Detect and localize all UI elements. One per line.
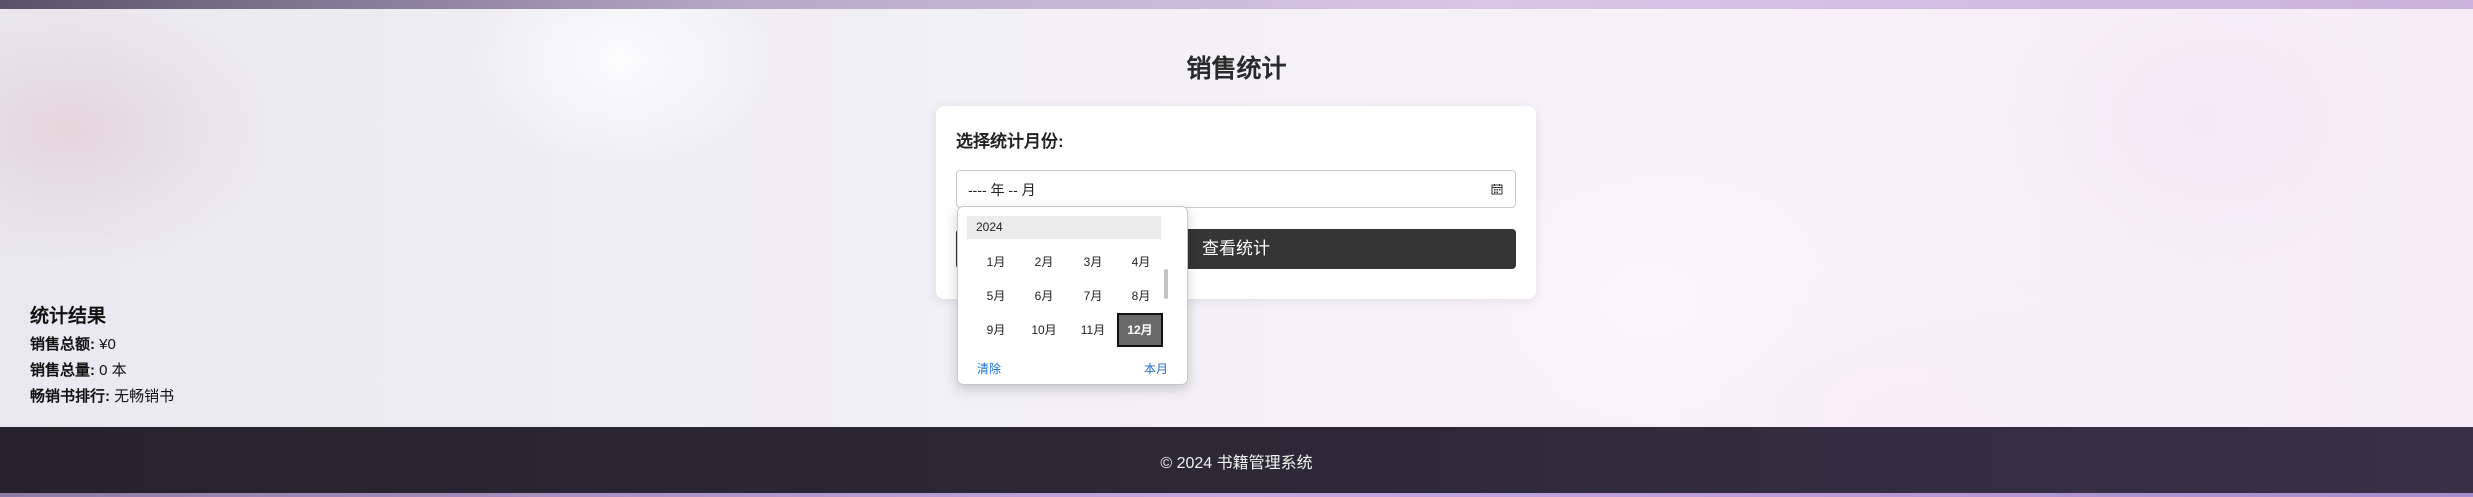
month-select-label: 选择统计月份: bbox=[956, 132, 1064, 151]
results-section: 统计结果 销售总额: ¥0 销售总量: 0 本 畅销书排行: 无畅销书 bbox=[30, 301, 174, 410]
footer: © 2024 书籍管理系统 bbox=[0, 427, 2473, 493]
month-cell-11[interactable]: 11月 bbox=[1075, 317, 1111, 343]
bestseller-row: 畅销书排行: 无畅销书 bbox=[30, 384, 174, 410]
picker-clear-button[interactable]: 清除 bbox=[977, 360, 1001, 377]
picker-year-label: 2024 bbox=[976, 220, 1003, 234]
total-qty-row: 销售总量: 0 本 bbox=[30, 358, 174, 384]
month-cell-4[interactable]: 4月 bbox=[1123, 249, 1159, 275]
month-input-value: ---- 年 -- 月 bbox=[968, 182, 1036, 198]
month-cell-9[interactable]: 9月 bbox=[978, 317, 1014, 343]
month-picker-popup: 2024 1月 2月 3月 4月 5月 6月 7月 8月 9月 10月 11月 … bbox=[957, 206, 1188, 385]
bestseller-value: 无畅销书 bbox=[114, 388, 175, 405]
month-cell-2[interactable]: 2月 bbox=[1026, 249, 1062, 275]
top-background-strip bbox=[0, 0, 2473, 9]
calendar-icon[interactable] bbox=[1491, 183, 1503, 195]
month-cell-8[interactable]: 8月 bbox=[1123, 283, 1159, 309]
total-qty-value: 0 本 bbox=[99, 362, 127, 379]
bottom-background-strip bbox=[0, 493, 2473, 497]
picker-scrollbar[interactable] bbox=[1164, 269, 1168, 299]
month-cell-3[interactable]: 3月 bbox=[1075, 249, 1111, 275]
picker-this-month-button[interactable]: 本月 bbox=[1144, 360, 1168, 377]
month-cell-6[interactable]: 6月 bbox=[1026, 283, 1062, 309]
results-title: 统计结果 bbox=[30, 306, 107, 327]
total-qty-label: 销售总量: bbox=[30, 362, 95, 379]
bestseller-label: 畅销书排行: bbox=[30, 388, 110, 405]
month-cell-12-selected[interactable]: 12月 bbox=[1117, 313, 1163, 347]
month-input[interactable]: ---- 年 -- 月 bbox=[956, 170, 1516, 208]
main-content: 销售统计 选择统计月份: ---- 年 -- 月 查看统计 统计结果 销售总额:… bbox=[0, 9, 2473, 427]
total-amount-label: 销售总额: bbox=[30, 336, 95, 353]
total-amount-row: 销售总额: ¥0 bbox=[30, 332, 174, 358]
page-title: 销售统计 bbox=[1186, 55, 1287, 83]
month-cell-1[interactable]: 1月 bbox=[978, 249, 1014, 275]
month-cell-5[interactable]: 5月 bbox=[978, 283, 1014, 309]
total-amount-value: ¥0 bbox=[99, 336, 116, 353]
month-cell-7[interactable]: 7月 bbox=[1075, 283, 1111, 309]
footer-text: © 2024 书籍管理系统 bbox=[1160, 455, 1313, 472]
month-cell-10[interactable]: 10月 bbox=[1026, 317, 1062, 343]
